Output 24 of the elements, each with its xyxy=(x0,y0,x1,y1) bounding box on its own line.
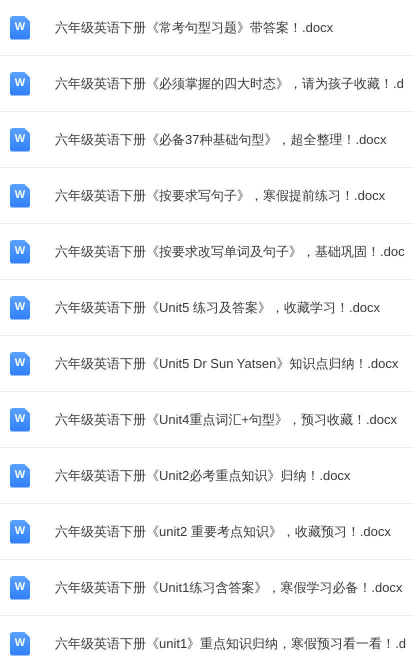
document-icon-letter: W xyxy=(14,358,26,369)
document-icon-letter: W xyxy=(14,526,26,537)
document-icon-letter: W xyxy=(14,302,26,313)
file-name[interactable]: 六年级英语下册《必须掌握的四大时态》，请为孩子收藏！.d xyxy=(55,74,404,92)
document-icon-letter: W xyxy=(14,638,26,649)
document-icon-letter: W xyxy=(14,134,26,145)
document-icon-letter: W xyxy=(14,582,26,593)
file-name[interactable]: 六年级英语下册《unit1》重点知识归纳，寒假预习看一看！.d xyxy=(55,634,406,652)
document-icon-letter: W xyxy=(14,246,26,257)
file-name[interactable]: 六年级英语下册《Unit2必考重点知识》归纳！.docx xyxy=(55,466,350,484)
file-name[interactable]: 六年级英语下册《常考句型习题》带答案！.docx xyxy=(55,18,334,36)
file-name[interactable]: 六年级英语下册《Unit1练习含答案》，寒假学习必备！.docx xyxy=(55,578,402,596)
file-name[interactable]: 六年级英语下册《按要求写句子》，寒假提前练习！.docx xyxy=(55,186,386,204)
document-icon-letter: W xyxy=(14,470,26,481)
file-name[interactable]: 六年级英语下册《unit2 重要考点知识》，收藏预习！.docx xyxy=(55,522,391,540)
document-icon-letter: W xyxy=(14,190,26,201)
document-icon-letter: W xyxy=(14,78,26,89)
document-icon-letter: W xyxy=(14,414,26,425)
file-name[interactable]: 六年级英语下册《必备37种基础句型》，超全整理！.docx xyxy=(55,130,387,148)
file-name[interactable]: 六年级英语下册《Unit5 练习及答案》，收藏学习！.docx xyxy=(55,298,380,316)
file-name[interactable]: 六年级英语下册《Unit5 Dr Sun Yatsen》知识点归纳！.docx xyxy=(55,354,398,372)
file-name[interactable]: 六年级英语下册《Unit4重点词汇+句型》，预习收藏！.docx xyxy=(55,410,398,428)
file-name[interactable]: 六年级英语下册《按要求改写单词及句子》，基础巩固！.doc xyxy=(55,242,405,260)
document-icon-letter: W xyxy=(14,22,26,33)
